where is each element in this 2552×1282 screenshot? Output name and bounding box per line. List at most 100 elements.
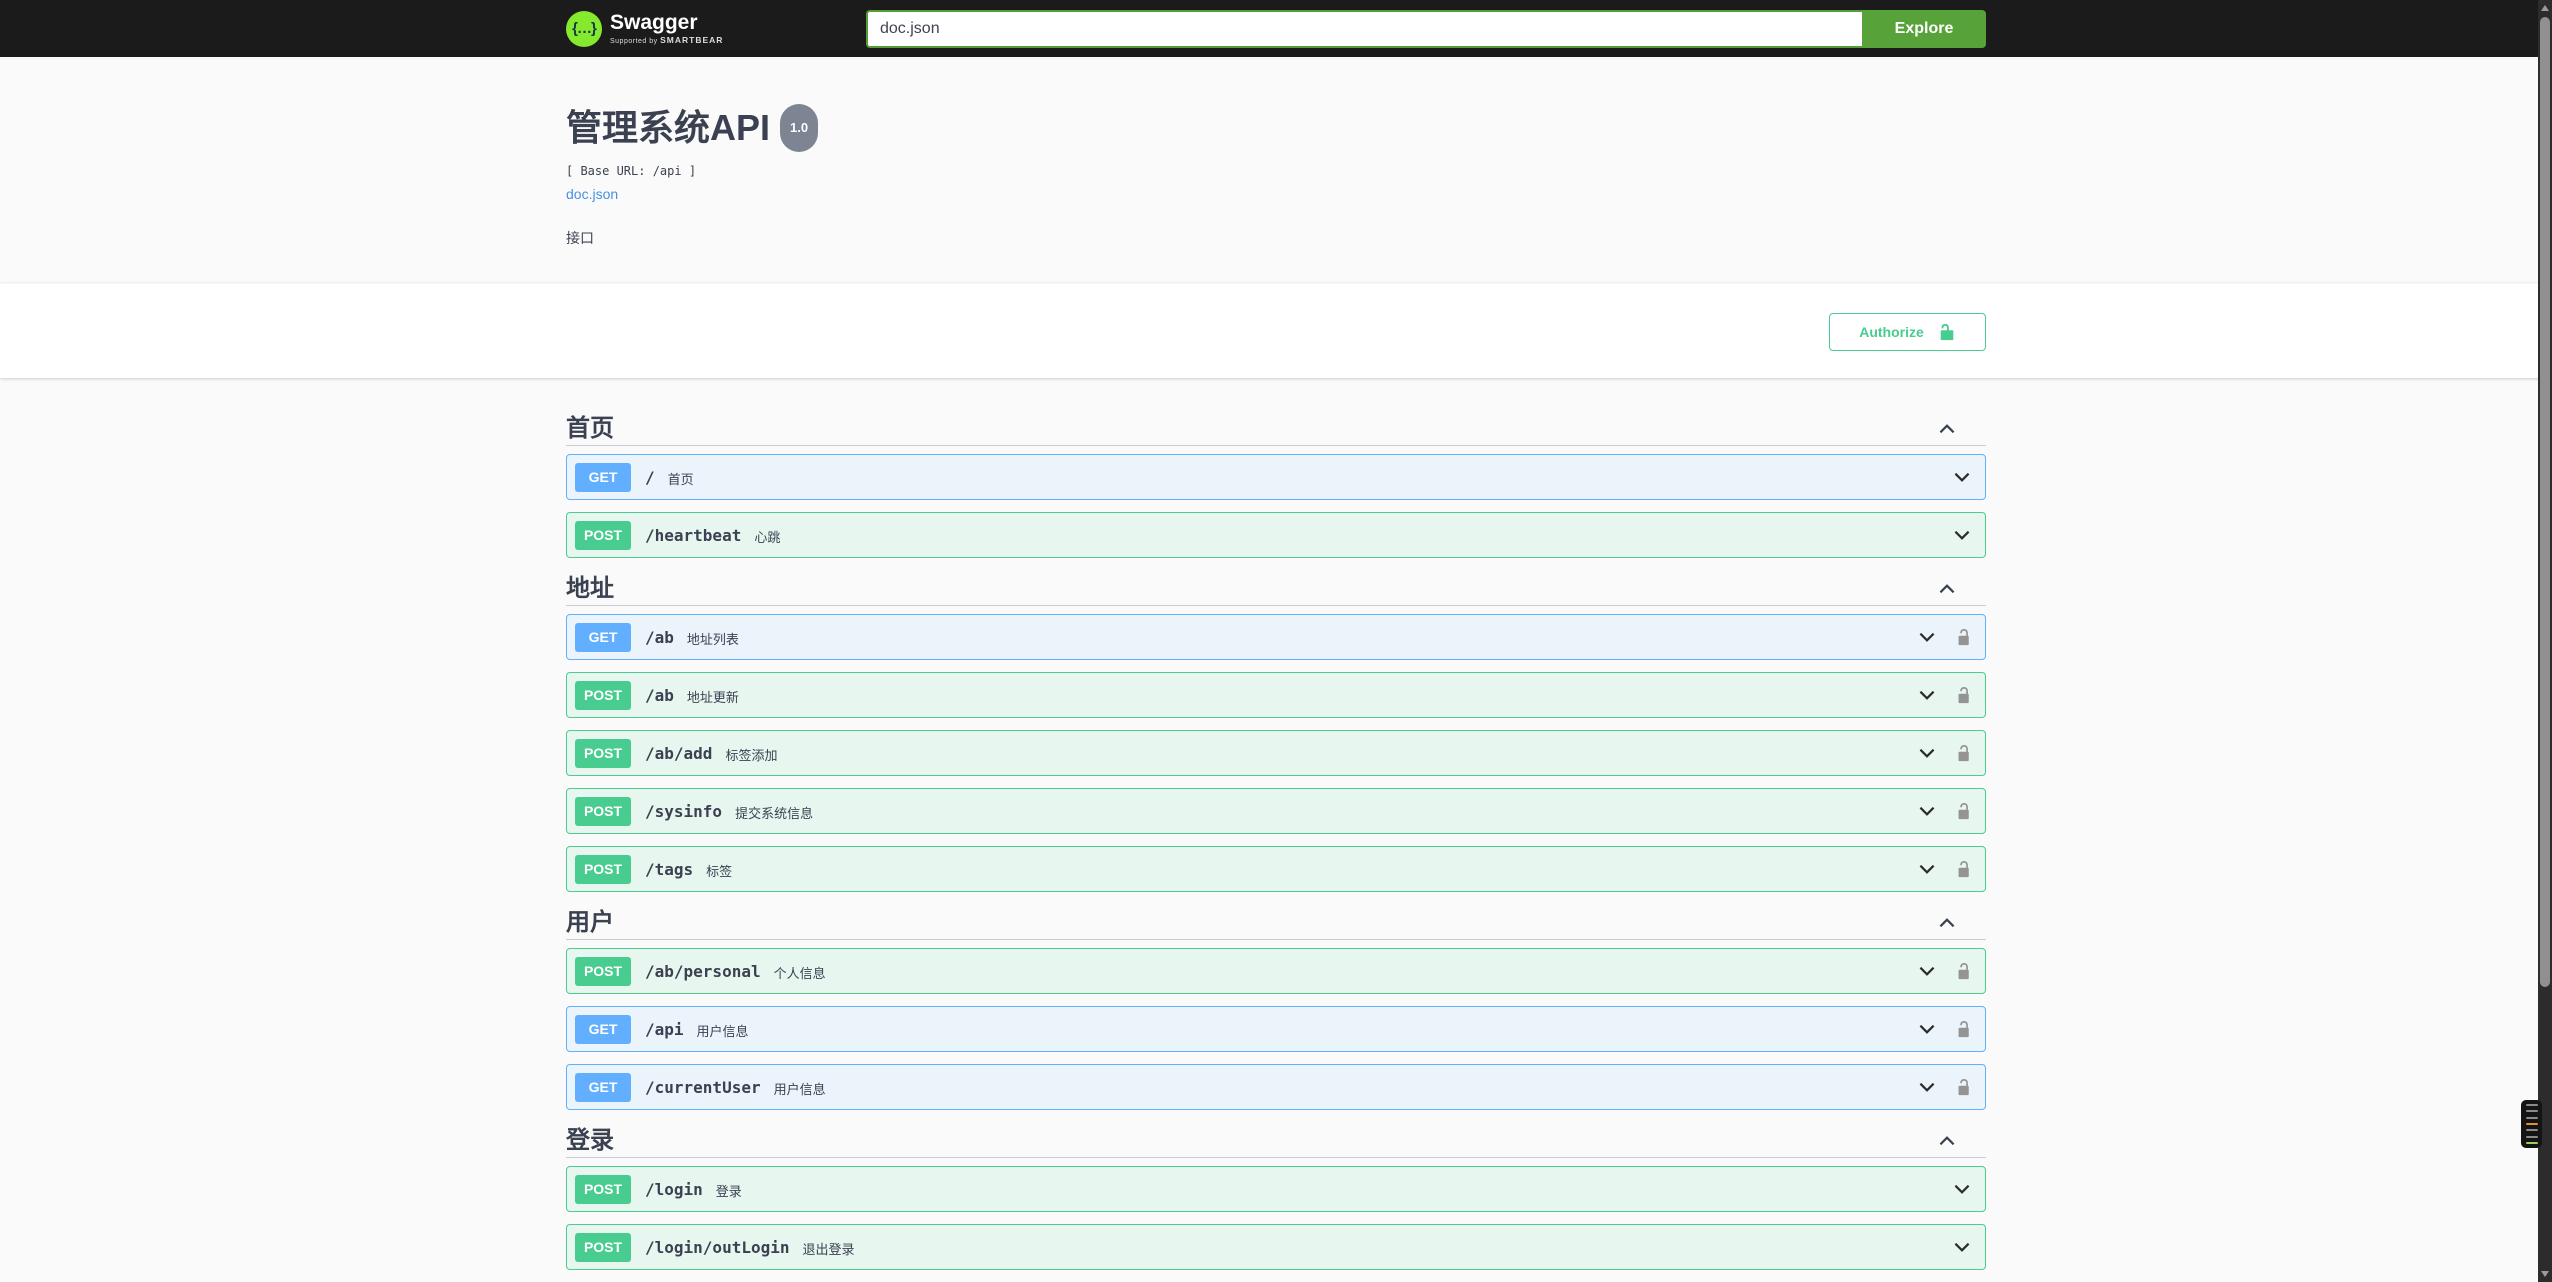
- operation-summary: 标签: [706, 863, 733, 879]
- api-title-text: 管理系统API: [566, 107, 771, 148]
- operation-row[interactable]: POST /tags 标签: [566, 846, 1986, 892]
- expand-operation-button[interactable]: [1951, 1236, 1973, 1258]
- expand-operation-button[interactable]: [1951, 1178, 1973, 1200]
- tag-section-header[interactable]: 用户: [566, 906, 1986, 940]
- operation-summary: 个人信息: [773, 965, 826, 981]
- method-badge: GET: [575, 1072, 631, 1102]
- expand-operation-button[interactable]: [1916, 1076, 1938, 1098]
- expand-operation-button[interactable]: [1916, 684, 1938, 706]
- scrollbar-thumb[interactable]: [2540, 17, 2550, 987]
- operation-row[interactable]: GET /api 用户信息: [566, 1006, 1986, 1052]
- topbar-inner: {…} Swagger Supported by SMARTBEAR Explo…: [566, 0, 1986, 57]
- tag-operations: POST /login 登录 POST /login/outLogin 退出登录: [566, 1158, 1986, 1270]
- chevron-down-icon: [1916, 1018, 1938, 1040]
- chevron-down-icon: [1951, 1178, 1973, 1200]
- operation-row[interactable]: POST /login/outLogin 退出登录: [566, 1224, 1986, 1270]
- authorize-button[interactable]: Authorize: [1829, 312, 1986, 351]
- operation-row[interactable]: GET / 首页: [566, 454, 1986, 500]
- chevron-down-icon: [1951, 466, 1973, 488]
- spec-url-input[interactable]: [866, 9, 1862, 48]
- doc-json-link[interactable]: doc.json: [566, 186, 618, 202]
- tag-section: 用户 POST /ab/personal 个人信息 GET /api 用户信息 …: [566, 906, 1986, 1110]
- chevron-down-icon: [1951, 1236, 1973, 1258]
- explore-button[interactable]: Explore: [1862, 9, 1986, 48]
- scroll-marker-line: [2525, 1104, 2538, 1106]
- unlock-icon: [1956, 744, 1973, 763]
- scrollbar-down-button[interactable]: [2538, 1266, 2552, 1282]
- operation-path: /currentUser: [645, 1077, 761, 1097]
- operation-path: /ab/personal: [645, 961, 761, 981]
- operation-row[interactable]: POST /heartbeat 心跳: [566, 512, 1986, 558]
- expand-operation-button[interactable]: [1916, 1018, 1938, 1040]
- operation-auth-button[interactable]: [1956, 802, 1973, 821]
- operation-auth-button[interactable]: [1956, 962, 1973, 981]
- operation-row[interactable]: POST /sysinfo 提交系统信息: [566, 788, 1986, 834]
- tag-title: 首页: [566, 414, 614, 442]
- tag-operations: GET /ab 地址列表 POST /ab 地址更新 POST /ab/add …: [566, 606, 1986, 892]
- operation-row[interactable]: POST /ab/add 标签添加: [566, 730, 1986, 776]
- collapse-section-button[interactable]: [1936, 418, 1958, 440]
- operation-path: /heartbeat: [645, 525, 742, 545]
- expand-operation-button[interactable]: [1951, 466, 1973, 488]
- method-badge: POST: [575, 520, 631, 550]
- expand-operation-button[interactable]: [1951, 524, 1973, 546]
- authorize-label: Authorize: [1859, 323, 1924, 340]
- collapse-section-button[interactable]: [1936, 1130, 1958, 1152]
- operation-auth-button[interactable]: [1956, 628, 1973, 647]
- operation-row[interactable]: GET /ab 地址列表: [566, 614, 1986, 660]
- base-url: [ Base URL: /api ]: [566, 164, 697, 178]
- scrollbar[interactable]: [2538, 0, 2552, 1282]
- expand-operation-button[interactable]: [1916, 800, 1938, 822]
- page-title: 管理系统API 1.0: [566, 104, 1986, 156]
- expand-operation-button[interactable]: [1916, 742, 1938, 764]
- operation-summary: 标签添加: [725, 747, 778, 763]
- method-badge: POST: [575, 680, 631, 710]
- operation-row[interactable]: POST /ab/personal 个人信息: [566, 948, 1986, 994]
- operation-summary: 心跳: [754, 529, 781, 545]
- unlock-icon: [1956, 962, 1973, 981]
- operation-auth-button[interactable]: [1956, 1078, 1973, 1097]
- spec-url-form: Explore: [866, 9, 1986, 48]
- tag-operations: POST /ab/personal 个人信息 GET /api 用户信息 GET…: [566, 940, 1986, 1110]
- brand-subtitle: Supported by SMARTBEAR: [610, 35, 724, 45]
- method-badge: POST: [575, 956, 631, 986]
- operation-path: /ab: [645, 685, 674, 705]
- operation-summary: 用户信息: [696, 1023, 749, 1039]
- tag-section-header[interactable]: 地址: [566, 572, 1986, 606]
- expand-operation-button[interactable]: [1916, 858, 1938, 880]
- chevron-down-icon: [1916, 858, 1938, 880]
- expand-operation-button[interactable]: [1916, 960, 1938, 982]
- operation-row[interactable]: POST /ab 地址更新: [566, 672, 1986, 718]
- collapse-section-button[interactable]: [1936, 578, 1958, 600]
- swagger-logo-text: Swagger Supported by SMARTBEAR: [610, 12, 723, 45]
- tag-section: 地址 GET /ab 地址列表 POST /ab 地址更新 POST /ab/a…: [566, 572, 1986, 892]
- scrollbar-up-button[interactable]: [2538, 0, 2552, 16]
- operation-auth-button[interactable]: [1956, 1020, 1973, 1039]
- unlock-icon: [1956, 860, 1973, 879]
- tag-section: 首页 GET / 首页 POST /heartbeat 心跳: [566, 412, 1986, 558]
- swagger-logo[interactable]: {…} Swagger Supported by SMARTBEAR: [566, 10, 723, 47]
- tag-section-header[interactable]: 登录: [566, 1124, 1986, 1158]
- method-badge: POST: [575, 796, 631, 826]
- method-badge: POST: [575, 854, 631, 884]
- method-badge: GET: [575, 622, 631, 652]
- operation-row[interactable]: GET /currentUser 用户信息: [566, 1064, 1986, 1110]
- scroll-marker-widget[interactable]: [2521, 1100, 2542, 1148]
- operation-auth-button[interactable]: [1956, 860, 1973, 879]
- operation-summary: 地址列表: [686, 631, 739, 647]
- tag-section-header[interactable]: 首页: [566, 412, 1986, 446]
- scroll-marker-line: [2525, 1135, 2538, 1138]
- tag-section: 登录 POST /login 登录 POST /login/outLogin 退…: [566, 1124, 1986, 1270]
- expand-operation-button[interactable]: [1916, 626, 1938, 648]
- unlock-icon: [1956, 686, 1973, 705]
- method-badge: POST: [575, 1174, 631, 1204]
- operation-auth-button[interactable]: [1956, 744, 1973, 763]
- collapse-section-button[interactable]: [1936, 912, 1958, 934]
- operation-row[interactable]: POST /login 登录: [566, 1166, 1986, 1212]
- operation-summary: 首页: [667, 471, 694, 487]
- chevron-down-icon: [1916, 626, 1938, 648]
- tag-title: 登录: [566, 1126, 614, 1154]
- operation-auth-button[interactable]: [1956, 686, 1973, 705]
- unlock-icon: [1956, 1078, 1973, 1097]
- unlock-icon: [1956, 628, 1973, 647]
